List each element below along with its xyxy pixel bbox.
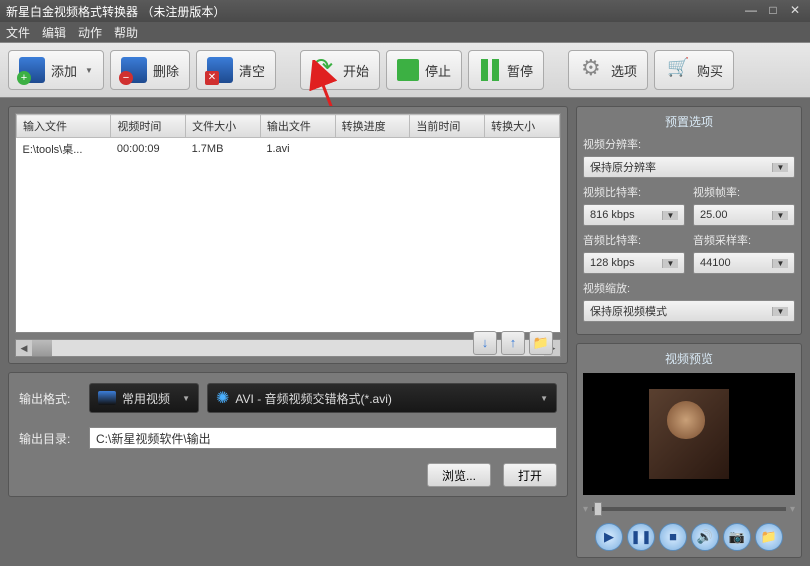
slider-thumb[interactable] (594, 502, 602, 516)
preview-panel: 视频预览 ▾ ▾ ▶ ❚❚ ■ 🔊 📷 📁 (576, 343, 802, 558)
asample-select[interactable]: 44100▼ (693, 252, 795, 274)
output-dir-label: 输出目录: (19, 430, 81, 447)
file-list-panel: 输入文件 视频时间 文件大小 输出文件 转换进度 当前时间 转换大小 E:\to… (8, 106, 568, 364)
delete-button[interactable]: 删除 (110, 50, 190, 90)
chevron-down-icon: ▼ (772, 163, 788, 172)
buy-button[interactable]: 购买 (654, 50, 734, 90)
window-controls: — □ ✕ (742, 4, 804, 18)
clear-icon (207, 57, 233, 83)
play-button[interactable]: ▶ (595, 523, 623, 551)
add-icon (19, 57, 45, 83)
cart-icon (665, 57, 691, 83)
col-duration[interactable]: 视频时间 (111, 115, 186, 138)
video-preview[interactable] (583, 373, 795, 495)
folder-button[interactable]: 📁 (755, 523, 783, 551)
fps-select[interactable]: 25.00▼ (693, 204, 795, 226)
add-button[interactable]: 添加 ▼ (8, 50, 104, 90)
monitor-icon (98, 391, 116, 405)
chevron-down-icon: ▼ (182, 394, 190, 403)
format-icon: ✺ (216, 388, 229, 408)
marker-start-icon[interactable]: ▾ (583, 504, 588, 515)
preview-title: 视频预览 (583, 350, 795, 367)
menu-file[interactable]: 文件 (6, 24, 30, 41)
open-button[interactable]: 打开 (503, 463, 557, 487)
col-input[interactable]: 输入文件 (17, 115, 111, 138)
maximize-button[interactable]: □ (764, 4, 782, 18)
chevron-down-icon: ▼ (662, 259, 678, 268)
asample-label: 音频采样率: (693, 232, 795, 248)
video-frame (649, 389, 729, 479)
col-convsize[interactable]: 转换大小 (485, 115, 560, 138)
chevron-down-icon: ▼ (772, 307, 788, 316)
minimize-button[interactable]: — (742, 4, 760, 18)
volume-button[interactable]: 🔊 (691, 523, 719, 551)
resolution-select[interactable]: 保持原分辨率▼ (583, 156, 795, 178)
table-row[interactable]: E:\tools\桌... 00:00:09 1.7MB 1.avi (17, 138, 560, 161)
abitrate-label: 音频比特率: (583, 232, 685, 248)
menu-edit[interactable]: 编辑 (42, 24, 66, 41)
resolution-label: 视频分辨率: (583, 136, 795, 152)
vbitrate-select[interactable]: 816 kbps▼ (583, 204, 685, 226)
file-table[interactable]: 输入文件 视频时间 文件大小 输出文件 转换进度 当前时间 转换大小 E:\to… (15, 113, 561, 333)
col-curtime[interactable]: 当前时间 (410, 115, 485, 138)
gear-icon (579, 57, 605, 83)
stop-player-button[interactable]: ■ (659, 523, 687, 551)
zoom-select[interactable]: 保持原视频模式▼ (583, 300, 795, 322)
menu-action[interactable]: 动作 (78, 24, 102, 41)
preset-panel: 预置选项 视频分辨率: 保持原分辨率▼ 视频比特率: 816 kbps▼ 视频帧… (576, 106, 802, 335)
start-icon (311, 57, 337, 83)
stop-icon (397, 59, 419, 81)
browse-button[interactable]: 浏览... (427, 463, 491, 487)
chevron-down-icon: ▼ (85, 66, 93, 75)
menu-help[interactable]: 帮助 (114, 24, 138, 41)
fps-label: 视频帧率: (693, 184, 795, 200)
window-title: 新星白金视频格式转换器 （未注册版本） (6, 3, 742, 20)
pause-icon (479, 59, 501, 81)
move-down-button[interactable]: ↓ (473, 331, 497, 355)
category-combo[interactable]: 常用视频 ▼ (89, 383, 199, 413)
chevron-down-icon: ▼ (662, 211, 678, 220)
chevron-down-icon: ▼ (772, 211, 788, 220)
progress-slider[interactable] (592, 507, 786, 511)
vbitrate-label: 视频比特率: (583, 184, 685, 200)
preset-title: 预置选项 (583, 113, 795, 130)
output-format-label: 输出格式: (19, 390, 81, 407)
format-combo[interactable]: ✺ AVI - 音频视频交错格式(*.avi) ▼ (207, 383, 557, 413)
abitrate-select[interactable]: 128 kbps▼ (583, 252, 685, 274)
pause-player-button[interactable]: ❚❚ (627, 523, 655, 551)
move-up-button[interactable]: ↑ (501, 331, 525, 355)
toolbar: 添加 ▼ 删除 清空 开始 停止 暂停 选项 购买 (0, 42, 810, 98)
chevron-down-icon: ▼ (540, 394, 548, 403)
output-panel: 输出格式: 常用视频 ▼ ✺ AVI - 音频视频交错格式(*.avi) ▼ 输… (8, 372, 568, 497)
chevron-down-icon: ▼ (772, 259, 788, 268)
pause-button[interactable]: 暂停 (468, 50, 544, 90)
delete-icon (121, 57, 147, 83)
snapshot-button[interactable]: 📷 (723, 523, 751, 551)
open-folder-button[interactable]: 📁 (529, 331, 553, 355)
zoom-label: 视频缩放: (583, 280, 795, 296)
player-controls: ▶ ❚❚ ■ 🔊 📷 📁 (583, 523, 795, 551)
clear-button[interactable]: 清空 (196, 50, 276, 90)
output-dir-input[interactable] (89, 427, 557, 449)
options-button[interactable]: 选项 (568, 50, 648, 90)
stop-button[interactable]: 停止 (386, 50, 462, 90)
marker-end-icon[interactable]: ▾ (790, 504, 795, 515)
titlebar: 新星白金视频格式转换器 （未注册版本） — □ ✕ (0, 0, 810, 22)
close-button[interactable]: ✕ (786, 4, 804, 18)
menubar: 文件 编辑 动作 帮助 (0, 22, 810, 42)
col-progress[interactable]: 转换进度 (335, 115, 410, 138)
col-output[interactable]: 输出文件 (260, 115, 335, 138)
scroll-left-icon[interactable]: ◀ (16, 340, 32, 356)
col-size[interactable]: 文件大小 (186, 115, 261, 138)
start-button[interactable]: 开始 (300, 50, 380, 90)
scroll-thumb[interactable] (32, 340, 52, 356)
